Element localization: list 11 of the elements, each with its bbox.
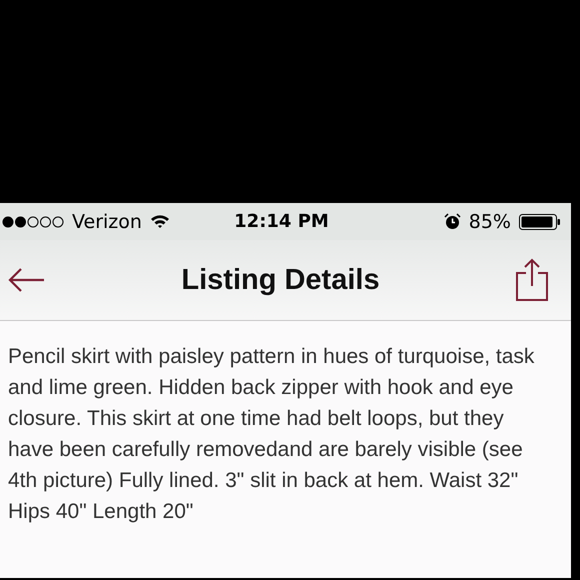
carrier-name: Verizon (72, 210, 142, 232)
alarm-clock-icon (444, 213, 461, 230)
page-title: Listing Details (181, 264, 380, 296)
wifi-icon (150, 214, 170, 229)
listing-description: Pencil skirt with paisley pattern in hues of turquoise, task and lime green. Hidden back zipper with hook and eye closure. This skirt at one time had belt loops, but they have been carefully removedand are barely visible (see 4th picture) Fully lined. 3" slit in back at hem. Waist 32" Hips 40" Length 20" (8, 344, 536, 525)
back-button[interactable] (8, 267, 46, 293)
status-time: 12:14 PM (234, 211, 329, 232)
signal-icon (2, 216, 64, 228)
share-button[interactable] (514, 258, 549, 302)
battery-icon (518, 214, 561, 230)
battery-percent: 85% (468, 210, 511, 232)
